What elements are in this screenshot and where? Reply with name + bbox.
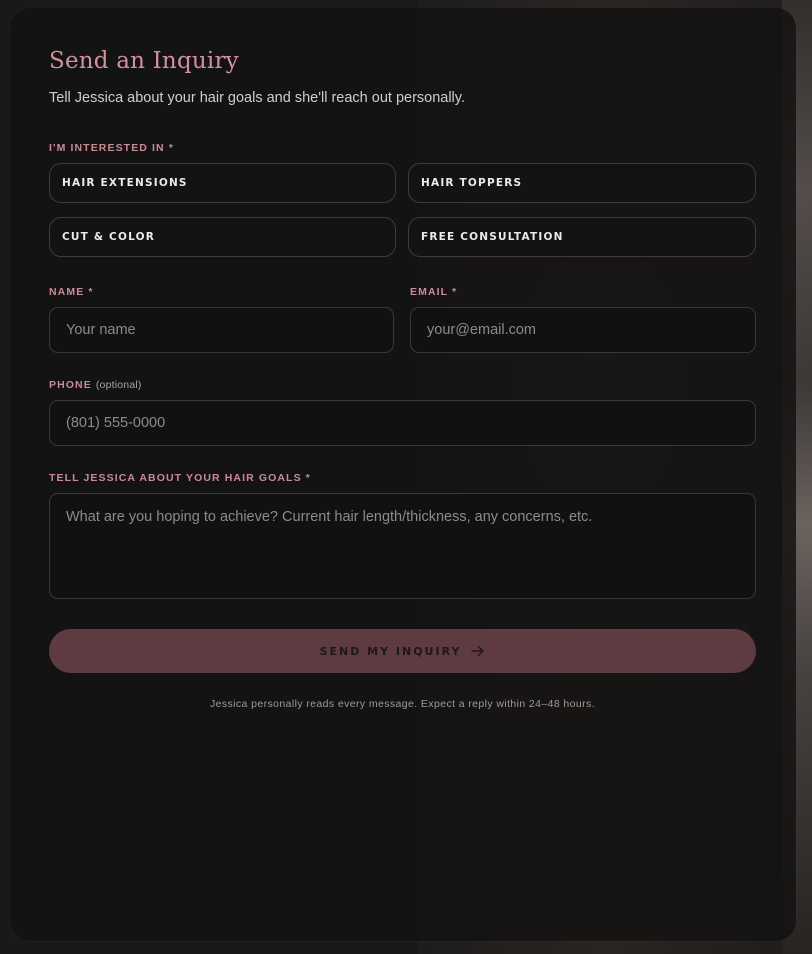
send-inquiry-label: SEND MY INQUIRY	[319, 644, 462, 658]
arrow-right-icon	[471, 645, 485, 657]
email-input[interactable]	[410, 307, 756, 353]
name-label: NAME *	[49, 286, 94, 298]
phone-label-text: PHONE	[49, 379, 92, 391]
interest-option-free-consultation[interactable]: FREE CONSULTATION	[408, 217, 756, 257]
send-inquiry-button[interactable]: SEND MY INQUIRY	[49, 629, 756, 673]
interest-option-cut-color[interactable]: CUT & COLOR	[49, 217, 396, 257]
phone-optional-note: (optional)	[95, 379, 142, 391]
phone-input[interactable]	[49, 400, 756, 446]
phone-label: PHONE (optional)	[49, 379, 142, 391]
goals-label: TELL JESSICA ABOUT YOUR HAIR GOALS *	[49, 472, 311, 484]
goals-textarea[interactable]	[49, 493, 756, 599]
interest-option-hair-toppers[interactable]: HAIR TOPPERS	[408, 163, 756, 203]
interest-option-hair-extensions[interactable]: HAIR EXTENSIONS	[49, 163, 396, 203]
name-input[interactable]	[49, 307, 394, 353]
interest-label: I'M INTERESTED IN *	[49, 142, 174, 154]
reply-footnote: Jessica personally reads every message. …	[209, 698, 596, 710]
form-subtitle: Tell Jessica about your hair goals and s…	[49, 90, 465, 106]
form-title: Send an Inquiry	[49, 48, 239, 74]
email-label: EMAIL *	[410, 286, 458, 298]
